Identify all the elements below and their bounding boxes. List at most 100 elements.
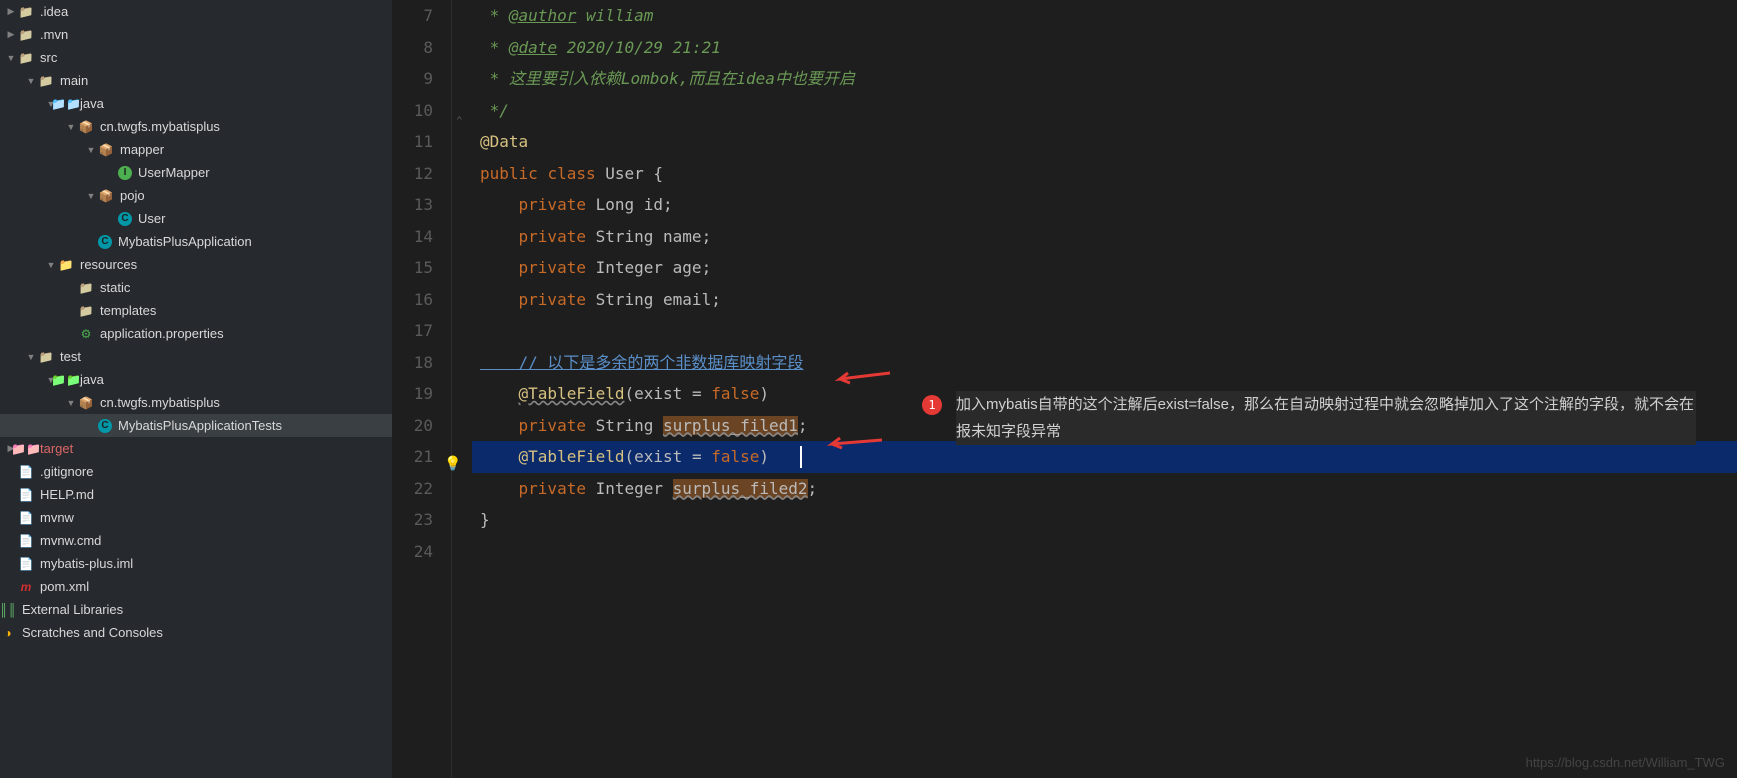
- tree-label: mybatis-plus.iml: [40, 556, 133, 571]
- excluded-folder-icon: 📁: [18, 441, 34, 457]
- tree-item-src[interactable]: src: [0, 46, 392, 69]
- tree-item-help[interactable]: 📄 HELP.md: [0, 483, 392, 506]
- tree-item-usermapper[interactable]: I UserMapper: [0, 161, 392, 184]
- tree-item-pojo[interactable]: 📦 pojo: [0, 184, 392, 207]
- line-number: 20: [392, 410, 433, 442]
- tree-label: mvnw: [40, 510, 74, 525]
- tree-item-test[interactable]: test: [0, 345, 392, 368]
- code-line[interactable]: [472, 315, 1737, 347]
- fold-icon[interactable]: ⌃: [456, 105, 463, 137]
- scratches-icon: ◑: [0, 625, 16, 641]
- code-line[interactable]: @Data: [472, 126, 1737, 158]
- code-line-current[interactable]: 💡 @TableField(exist = false): [472, 441, 1737, 473]
- tree-item-mvn[interactable]: .mvn: [0, 23, 392, 46]
- code-line[interactable]: private Integer surplus_filed2;: [472, 473, 1737, 505]
- line-number: 22: [392, 473, 433, 505]
- chevron-down-icon[interactable]: [64, 122, 78, 132]
- chevron-down-icon[interactable]: [4, 53, 18, 63]
- tree-label: pojo: [120, 188, 145, 203]
- interface-icon: I: [118, 166, 132, 180]
- chevron-down-icon[interactable]: [44, 260, 58, 270]
- tree-item-iml[interactable]: 📄 mybatis-plus.iml: [0, 552, 392, 575]
- intention-bulb-icon[interactable]: 💡: [444, 449, 461, 481]
- text-cursor: [800, 446, 802, 468]
- code-line[interactable]: [472, 536, 1737, 568]
- tree-item-mapper[interactable]: 📦 mapper: [0, 138, 392, 161]
- line-number: 15: [392, 252, 433, 284]
- chevron-right-icon[interactable]: [4, 29, 18, 40]
- package-icon: 📦: [78, 119, 94, 135]
- resources-folder-icon: 📁: [58, 257, 74, 273]
- annotation-text: 加入mybatis自带的这个注解后exist=false，那么在自动映射过程中就…: [956, 391, 1696, 445]
- chevron-down-icon[interactable]: [24, 352, 38, 362]
- code-line[interactable]: private String name;: [472, 221, 1737, 253]
- tree-item-package[interactable]: 📦 cn.twgfs.mybatisplus: [0, 115, 392, 138]
- test-folder-icon: 📁: [58, 372, 74, 388]
- tree-label: MybatisPlusApplication: [118, 234, 252, 249]
- chevron-down-icon[interactable]: [64, 398, 78, 408]
- properties-file-icon: ⚙: [78, 326, 94, 342]
- markdown-file-icon: 📄: [18, 487, 34, 503]
- tree-item-templates[interactable]: templates: [0, 299, 392, 322]
- code-line[interactable]: * 这里要引入依赖Lombok,而且在idea中也要开启: [472, 63, 1737, 95]
- package-icon: 📦: [98, 188, 114, 204]
- class-icon: C: [98, 419, 112, 433]
- tree-item-package-test[interactable]: 📦 cn.twgfs.mybatisplus: [0, 391, 392, 414]
- annotation-badge: 1: [922, 395, 942, 415]
- project-tree-panel[interactable]: .idea .mvn src main 📁 java 📦 cn.twgfs.my…: [0, 0, 392, 778]
- tree-item-scratches[interactable]: ◑ Scratches and Consoles: [0, 621, 392, 644]
- tree-item-main[interactable]: main: [0, 69, 392, 92]
- tree-item-user[interactable]: C User: [0, 207, 392, 230]
- line-number: 23: [392, 504, 433, 536]
- code-line[interactable]: private Long id;: [472, 189, 1737, 221]
- tree-item-java[interactable]: 📁 java: [0, 92, 392, 115]
- tree-item-appprops[interactable]: ⚙ application.properties: [0, 322, 392, 345]
- tree-label: cn.twgfs.mybatisplus: [100, 395, 220, 410]
- file-icon: 📄: [18, 533, 34, 549]
- tree-item-target[interactable]: 📁 target: [0, 437, 392, 460]
- tree-item-gitignore[interactable]: 📄 .gitignore: [0, 460, 392, 483]
- tree-item-apptests[interactable]: C MybatisPlusApplicationTests: [0, 414, 392, 437]
- tree-label: java: [80, 372, 104, 387]
- code-line[interactable]: // 以下是多余的两个非数据库映射字段: [472, 347, 1737, 379]
- tree-item-external-libraries[interactable]: ║║ External Libraries: [0, 598, 392, 621]
- chevron-down-icon[interactable]: [24, 76, 38, 86]
- tree-label: test: [60, 349, 81, 364]
- tree-label: HELP.md: [40, 487, 94, 502]
- tree-item-pom[interactable]: m pom.xml: [0, 575, 392, 598]
- code-line[interactable]: }: [472, 504, 1737, 536]
- folder-icon: [38, 73, 54, 89]
- tree-label: target: [40, 441, 73, 456]
- tree-label: pom.xml: [40, 579, 89, 594]
- line-number: 12: [392, 158, 433, 190]
- chevron-down-icon[interactable]: [84, 145, 98, 155]
- code-editor[interactable]: 7 8 9 10 11 12 13 14 15 16 17 18 19 20 2…: [392, 0, 1737, 778]
- tree-item-static[interactable]: static: [0, 276, 392, 299]
- libraries-icon: ║║: [0, 602, 16, 618]
- code-line[interactable]: * @date 2020/10/29 21:21: [472, 32, 1737, 64]
- tree-item-mvnw[interactable]: 📄 mvnw: [0, 506, 392, 529]
- tree-item-idea[interactable]: .idea: [0, 0, 392, 23]
- code-line[interactable]: * @author william: [472, 0, 1737, 32]
- code-line[interactable]: private String email;: [472, 284, 1737, 316]
- line-number-gutter: 7 8 9 10 11 12 13 14 15 16 17 18 19 20 2…: [392, 0, 452, 778]
- tree-item-java-test[interactable]: 📁 java: [0, 368, 392, 391]
- tree-item-resources[interactable]: 📁 resources: [0, 253, 392, 276]
- chevron-down-icon[interactable]: [84, 191, 98, 201]
- code-line[interactable]: private Integer age;: [472, 252, 1737, 284]
- tree-label: static: [100, 280, 130, 295]
- line-number: 19: [392, 378, 433, 410]
- chevron-right-icon[interactable]: [4, 6, 18, 17]
- folder-icon: [18, 50, 34, 66]
- tree-label: MybatisPlusApplicationTests: [118, 418, 282, 433]
- tree-item-mvnwcmd[interactable]: 📄 mvnw.cmd: [0, 529, 392, 552]
- tree-label: Scratches and Consoles: [22, 625, 163, 640]
- tree-label: main: [60, 73, 88, 88]
- code-line[interactable]: public class User {: [472, 158, 1737, 190]
- code-area[interactable]: * @author william * @date 2020/10/29 21:…: [472, 0, 1737, 778]
- tree-item-app[interactable]: C MybatisPlusApplication: [0, 230, 392, 253]
- line-number: 10: [392, 95, 433, 127]
- class-icon: C: [118, 212, 132, 226]
- code-line[interactable]: ⌃ */: [472, 95, 1737, 127]
- line-number: 16: [392, 284, 433, 316]
